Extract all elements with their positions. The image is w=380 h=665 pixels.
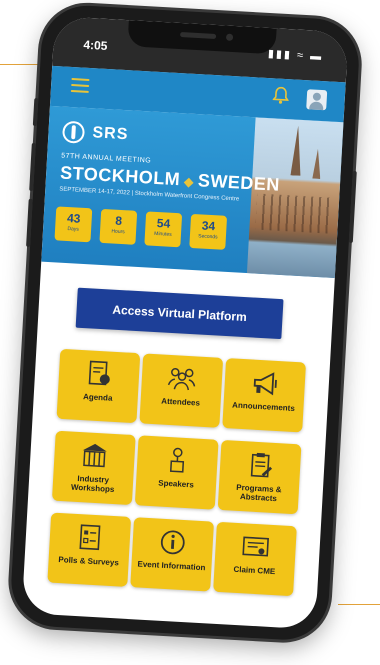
megaphone-icon xyxy=(248,367,282,399)
tile-label: Industry Workshops xyxy=(54,473,131,495)
countdown-label: Hours xyxy=(100,227,136,237)
location-pin-icon: ◆ xyxy=(184,174,195,189)
tile-label: Event Information xyxy=(133,559,209,572)
access-virtual-platform-button[interactable]: Access Virtual Platform xyxy=(76,288,284,339)
tile-label: Claim CME xyxy=(216,564,292,577)
city-name: STOCKHOLM xyxy=(60,163,181,190)
poll-icon xyxy=(73,522,107,554)
menu-icon[interactable] xyxy=(71,78,90,93)
event-banner: SRS 57TH ANNUAL MEETING STOCKHOLM◆SWEDEN… xyxy=(41,106,343,278)
phone-frame: 4:05 ▮▮▮ ≈ ▬ xyxy=(9,3,361,642)
tile-label: Attendees xyxy=(142,395,218,408)
countdown-minutes: 54 Minutes xyxy=(144,211,182,247)
tile-label: Polls & Surveys xyxy=(50,555,126,568)
countdown-hours: 8 Hours xyxy=(99,209,137,245)
countdown-label: Days xyxy=(55,224,91,234)
tile-event-information[interactable]: Event Information xyxy=(130,517,214,591)
tile-industry-workshops[interactable]: Industry Workshops xyxy=(52,431,136,505)
agenda-icon xyxy=(82,358,116,390)
tile-announcements[interactable]: Announcements xyxy=(222,358,306,432)
phone-mockup: 4:05 ▮▮▮ ≈ ▬ xyxy=(0,0,380,665)
tile-attendees[interactable]: Attendees xyxy=(139,353,223,427)
front-camera xyxy=(226,34,233,41)
building-icon xyxy=(78,440,112,472)
signal-wifi-battery-icon: ▮▮▮ ≈ ▬ xyxy=(268,47,324,63)
countdown-seconds: 34 Seconds xyxy=(189,214,227,250)
countdown-label: Minutes xyxy=(145,229,181,239)
avatar-icon[interactable] xyxy=(306,89,327,110)
speaker-grille xyxy=(180,32,216,39)
countdown-days: 43 Days xyxy=(54,206,92,242)
tile-label: Announcements xyxy=(225,400,301,413)
tile-agenda[interactable]: Agenda xyxy=(57,349,141,423)
countdown-label: Seconds xyxy=(190,232,226,242)
mute-switch xyxy=(33,98,39,126)
clipboard-icon xyxy=(243,449,277,481)
tile-polls-surveys[interactable]: Polls & Surveys xyxy=(47,513,131,587)
stockholm-photo xyxy=(247,117,344,278)
srs-logo-mark xyxy=(62,121,85,144)
speaker-icon xyxy=(161,445,195,477)
power-button xyxy=(349,171,357,243)
status-time: 4:05 xyxy=(83,38,108,53)
tile-label: Agenda xyxy=(60,391,136,404)
volume-down-button xyxy=(26,199,33,247)
countdown-timer: 43 Days 8 Hours 54 Minutes 34 Seconds xyxy=(54,206,227,249)
info-icon xyxy=(156,527,190,559)
country-name: SWEDEN xyxy=(197,170,280,195)
tile-speakers[interactable]: Speakers xyxy=(135,435,219,509)
certificate-icon xyxy=(239,531,273,563)
srs-logo-text: SRS xyxy=(92,124,129,144)
bell-icon[interactable] xyxy=(272,86,289,110)
tile-programs-abstracts[interactable]: Programs & Abstracts xyxy=(218,440,302,514)
attendees-icon xyxy=(165,363,199,395)
app-screen: 4:05 ▮▮▮ ≈ ▬ xyxy=(22,16,349,629)
tile-claim-cme[interactable]: Claim CME xyxy=(213,522,297,596)
volume-up-button xyxy=(29,143,36,191)
notch xyxy=(127,20,276,54)
tile-label: Speakers xyxy=(138,477,214,490)
tile-label: Programs & Abstracts xyxy=(220,482,297,504)
